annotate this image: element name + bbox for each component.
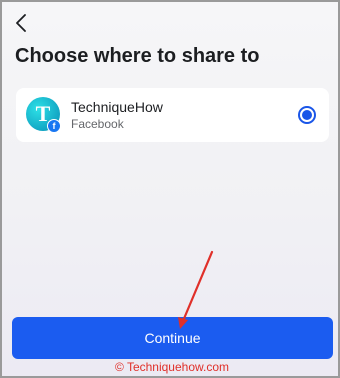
share-screen: Choose where to share to T f TechniqueHo… (0, 0, 340, 378)
account-option[interactable]: T f TechniqueHow Facebook (16, 88, 329, 142)
account-name: TechniqueHow (71, 99, 163, 115)
page-title: Choose where to share to (15, 45, 260, 67)
continue-button[interactable]: Continue (12, 317, 333, 359)
avatar: T f (26, 97, 61, 133)
facebook-icon: f (47, 119, 61, 133)
radio-selected-dot (302, 110, 312, 120)
back-button[interactable] (12, 13, 30, 33)
account-platform: Facebook (71, 117, 124, 131)
watermark-text: © Techniquehow.com (114, 360, 230, 374)
chevron-left-icon (16, 14, 26, 32)
account-radio[interactable] (298, 106, 316, 124)
